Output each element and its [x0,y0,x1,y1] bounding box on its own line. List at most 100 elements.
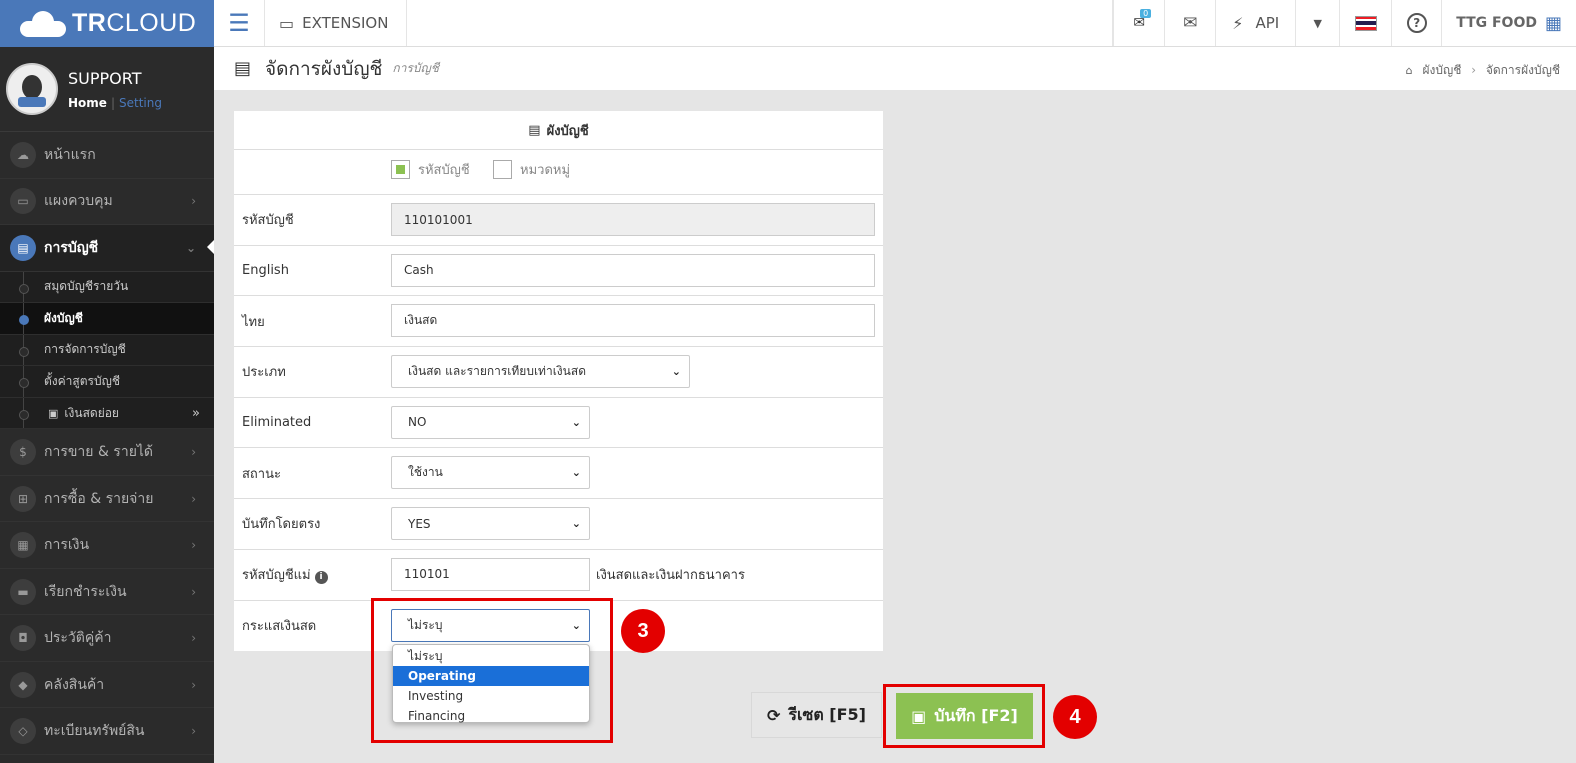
user-profile: SUPPORT Home | Setting [0,47,214,132]
sidebar-item-label: การซื้อ & รายจ่าย [44,490,154,507]
avatar[interactable] [6,63,58,115]
thai-name-field[interactable]: เงินสด [391,304,875,338]
reset-button[interactable]: ⟳ รีเซต [F5] [751,692,882,738]
sidebar-item-credit-card[interactable]: ▬ เรียกชำระเงิน › [0,569,214,616]
breadcrumb-chart-of-accounts[interactable]: ผังบัญชี [1422,63,1461,77]
top-bar: ☰ ▭ EXTENSION ✉ 0 ✉ ⚡ API ▼ ? TTG FOOD ▦ [214,0,1576,47]
sidebar-item-label: การบัญชี [44,239,99,256]
english-name-field[interactable]: Cash [391,253,875,287]
extension-button[interactable]: ▭ EXTENSION [265,0,408,46]
sidebar-item-label: การเงิน [44,537,90,554]
page-subtitle: การบัญชี [392,61,439,75]
setting-link[interactable]: Setting [119,96,162,110]
calendar-icon: ▦ [10,532,36,559]
refresh-icon: ⟳ [767,705,781,725]
company-menu[interactable]: TTG FOOD ▦ [1441,0,1576,46]
sidebar-item-label: แผงควบคุม [44,193,113,210]
chevron-down-icon: ⌄ [571,517,581,531]
chevron-right-icon: › [191,584,196,599]
sidebar-item-cart[interactable]: ⊞ การซื้อ & รายจ่าย › [0,476,214,523]
sidebar-item-dollar[interactable]: $ การขาย & รายได้ › [0,429,214,476]
sidebar-item-calendar[interactable]: ▦ การเงิน › [0,522,214,569]
cart-icon: ⊞ [10,485,36,512]
status-label: สถานะ [242,466,281,482]
chevron-right-icon: › [191,538,196,553]
select-value: YES [408,516,431,531]
document-icon: ▤ [234,58,252,79]
submenu-item-account-formula[interactable]: ตั้งค่าสูตรบัญชี [0,366,214,398]
notification-badge: 0 [1140,9,1152,18]
caret-down-icon: ▼ [1313,16,1322,30]
account-form-panel: ▤ ผังบัญชี รหัสบัญชี หมวดหมู่ รหัสบัญชี … [234,111,883,652]
info-icon[interactable]: i [314,571,328,585]
direct-entry-select[interactable]: YES ⌄ [391,507,590,541]
sidebar-item-diamond[interactable]: ◇ ทะเบียนทรัพย์สิน › [0,708,214,755]
account-code-field[interactable]: 110101001 [391,203,875,236]
button-label: บันทึก [F2] [934,705,1018,725]
flag-stripe [1355,27,1376,30]
chevron-right-icon: › [191,631,196,646]
sidebar-item-dashboard[interactable]: ▭ แผงควบคุม › [0,179,214,225]
submenu-label: การจัดการบัญชี [44,342,126,357]
type-select[interactable]: เงินสด และรายการเทียบเท่าเงินสด ⌄ [391,355,690,389]
panel-title-text: ผังบัญชี [546,123,589,139]
checkbox-row: รหัสบัญชี หมวดหมู่ [234,150,883,195]
dropdown-caret-button[interactable]: ▼ [1295,0,1339,46]
help-circle-icon: ? [1406,13,1427,33]
cloud-logo-icon [20,10,66,37]
user-name: SUPPORT [68,68,142,88]
notification-button[interactable]: ✉ 0 [1113,0,1164,46]
chevron-right-icon: › [191,724,196,739]
diamond-icon: ◇ [10,718,36,745]
parent-account-label: รหัสบัญชีแม่ i [242,564,328,585]
sidebar-item-cubes[interactable]: ◆ คลังสินค้า › [0,662,214,709]
step-badge-3: 3 [621,609,665,653]
api-button[interactable]: ⚡ API [1215,0,1295,46]
breadcrumb: ⌂ ผังบัญชี › จัดการผังบัญชี [1405,63,1560,77]
status-select[interactable]: ใช้งาน ⌄ [391,456,590,490]
brand-name: TRCLOUD [72,9,197,37]
sidebar-item-home[interactable]: ☁ หน้าแรก [0,132,214,179]
form-row-status: สถานะ ใช้งาน ⌄ [234,448,883,500]
account-code-checkbox[interactable]: รหัสบัญชี [391,159,470,180]
sidebar-item-accounting[interactable]: ▤ การบัญชี ⌄ [0,225,214,272]
thai-name-label: ไทย [242,314,265,330]
submenu-item-chart-of-accounts[interactable]: ผังบัญชี [0,303,214,335]
mail-button[interactable]: ✉ [1164,0,1215,46]
field-value: เงินสด [404,313,438,328]
parent-account-description: เงินสดและเงินฝากธนาคาร [596,568,745,584]
field-value: 110101001 [404,212,473,227]
cashflow-label: กระแสเงินสด [242,619,317,635]
submenu-item-journal[interactable]: สมุดบัญชีรายวัน [0,271,214,304]
language-flag-button[interactable] [1339,0,1391,46]
home-link[interactable]: Home [68,96,107,110]
submenu-item-petty-cash[interactable]: ▣ เงินสดย่อย » [0,397,214,430]
sidebar: SUPPORT Home | Setting ☁ หน้าแรก ▭ แผงควบค… [0,47,214,763]
accounting-submenu: สมุดบัญชีรายวัน ผังบัญชี การจัดการบัญชี … [0,271,214,430]
help-button[interactable]: ? [1391,0,1441,46]
form-row-parent: รหัสบัญชีแม่ i 110101 เงินสดและเงินฝากธนา… [234,550,883,601]
menu-toggle-button[interactable]: ☰ [214,0,265,46]
submenu-item-account-management[interactable]: การจัดการบัญชี [0,334,214,367]
category-checkbox[interactable]: หมวดหมู่ [493,159,570,180]
checkbox-label: หมวดหมู่ [520,163,571,178]
cloud-icon: ☁ [10,141,36,168]
envelope-icon: ✉ [1183,13,1198,33]
checkbox-checked [391,160,410,179]
field-value: 110101 [404,567,450,582]
monitor-icon: ▭ [279,13,295,33]
account-code-label: รหัสบัญชี [242,213,294,229]
save-button[interactable]: ▣ บันทึก [F2] [896,693,1033,739]
parent-account-field[interactable]: 110101 [391,557,590,591]
eliminated-select[interactable]: NO ⌄ [391,405,590,439]
thai-flag-icon [1354,15,1377,31]
type-label: ประเภท [242,365,286,381]
breadcrumb-current: จัดการผังบัญชี [1485,63,1560,77]
app-logo[interactable]: TRCLOUD [0,0,214,47]
chevron-right-icon: › [191,445,196,460]
sidebar-item-contact[interactable]: ◘ ประวัติคู่ค้า › [0,615,214,662]
panel-title: ▤ ผังบัญชี [234,111,883,150]
direct-entry-label: บันทึกโดยตรง [242,517,321,533]
sidebar-item-label: คลังสินค้า [44,676,105,693]
select-value: เงินสด และรายการเทียบเท่าเงินสด [408,364,586,379]
